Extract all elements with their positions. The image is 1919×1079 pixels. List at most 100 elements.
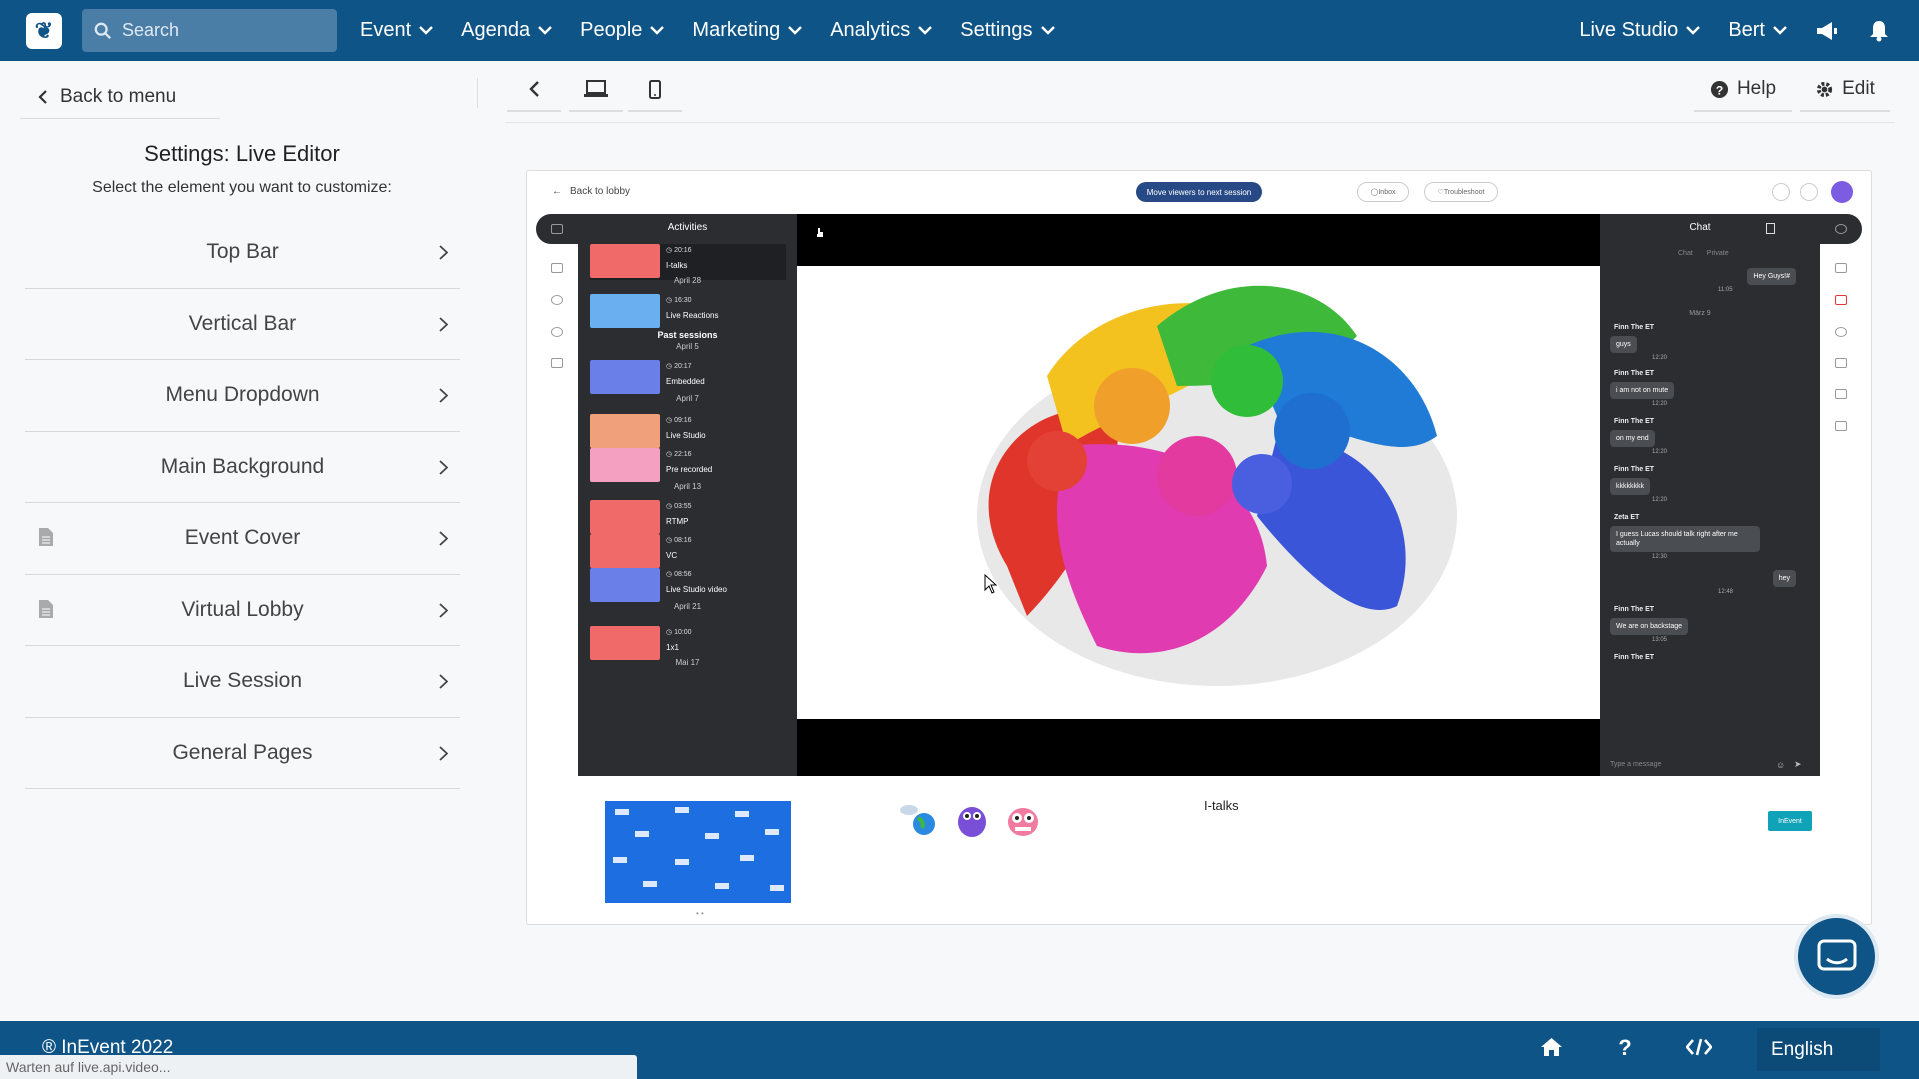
activity-thumbnail	[590, 448, 660, 482]
chat-message-input[interactable]: Type a message	[1610, 761, 1661, 768]
menu-item-live-session[interactable]: Live Session	[25, 646, 460, 718]
menu-item-label: Virtual Lobby	[181, 597, 304, 621]
nav-live-studio[interactable]: Live Studio	[1579, 19, 1701, 42]
activity-item[interactable]: ◷ 10:00 1x1	[590, 626, 786, 662]
back-preview-button[interactable]	[507, 68, 561, 112]
chat-message: guys	[1610, 336, 1637, 353]
pattern-image	[605, 801, 791, 903]
nav-people[interactable]: People	[580, 19, 665, 42]
layers-icon[interactable]	[1835, 389, 1847, 399]
chat-message: We are on backstage	[1610, 618, 1689, 635]
menu-item-main-background[interactable]: Main Background	[25, 432, 460, 503]
nav-label: Bert	[1728, 19, 1765, 41]
activity-date: April 5	[676, 342, 699, 351]
megaphone-icon[interactable]	[1815, 20, 1839, 42]
activity-thumbnail	[590, 294, 660, 328]
activity-item[interactable]: ◷ 08:56 Live Studio video	[590, 568, 786, 604]
teamwork-figures-image	[977, 285, 1457, 686]
chat-time: 11:05	[1718, 287, 1733, 293]
preview-back-to-lobby[interactable]: ← Back to lobby	[552, 186, 630, 197]
home-icon[interactable]	[1540, 1037, 1563, 1057]
chat-sender: Finn The ET	[1614, 324, 1655, 331]
monitor-icon[interactable]	[551, 224, 563, 234]
clock-icon[interactable]	[1835, 327, 1847, 337]
back-to-menu-button[interactable]: Back to menu	[20, 75, 220, 119]
activity-item[interactable]: ◷ 20:16 I-talks	[590, 244, 786, 280]
grid-icon[interactable]	[1835, 421, 1847, 431]
bell-icon[interactable]	[1869, 20, 1889, 42]
nav-event[interactable]: Event	[360, 19, 434, 42]
laptop-icon	[584, 80, 608, 97]
chat-widget-icon	[1817, 939, 1856, 970]
menu-item-vertical-bar[interactable]: Vertical Bar	[25, 289, 460, 360]
activity-name: Live Studio	[666, 431, 706, 440]
help-button[interactable]: ? Help	[1694, 68, 1792, 112]
preview-avatar[interactable]	[1831, 181, 1853, 203]
activity-name: Embedded	[666, 377, 705, 386]
menu-item-menu-dropdown[interactable]: Menu Dropdown	[25, 360, 460, 432]
support-chat-launcher[interactable]	[1794, 914, 1879, 999]
mobile-view-button[interactable]	[628, 68, 682, 112]
activity-name: Live Studio video	[666, 585, 727, 594]
menu-item-label: Live Session	[182, 669, 303, 693]
nav-bert[interactable]: Bert	[1728, 19, 1787, 42]
chat-tab-chat[interactable]: Chat	[1678, 250, 1693, 257]
activity-date: April 21	[673, 602, 702, 611]
image-icon[interactable]	[1835, 263, 1847, 273]
activity-item[interactable]: ◷ 09:16 Live Studio	[590, 414, 786, 450]
activity-item[interactable]: ◷ 20:17 Embedded	[590, 360, 786, 396]
mouse-cursor-icon	[984, 574, 998, 594]
code-icon[interactable]	[1686, 1037, 1712, 1057]
hand-cursor-icon	[817, 228, 823, 237]
chat-panel: Chat Chat Private März 9 Type a message …	[1600, 214, 1820, 776]
menu-item-top-bar[interactable]: Top Bar	[25, 217, 460, 289]
activity-date: April 28	[673, 276, 702, 285]
group-icon[interactable]	[1835, 358, 1847, 368]
inevent-logo-icon[interactable]: ❦	[26, 12, 62, 49]
question-icon[interactable]: ?	[1618, 1037, 1632, 1057]
globe-icon[interactable]	[551, 327, 563, 337]
people-icon[interactable]	[551, 295, 563, 305]
activity-item[interactable]: ◷ 03:55 RTMP	[590, 500, 786, 536]
menu-item-general-pages[interactable]: General Pages	[25, 718, 460, 789]
nav-settings[interactable]: Settings	[960, 19, 1055, 42]
preview-notification-icon[interactable]	[1772, 183, 1790, 201]
preview-inbox-label: Inbox	[1378, 188, 1396, 196]
document-icon[interactable]	[1766, 223, 1775, 234]
activity-item[interactable]: ◷ 16:30 Live Reactions	[590, 294, 786, 330]
calendar-icon[interactable]	[1835, 295, 1847, 305]
preview-support-icon[interactable]	[1800, 183, 1818, 201]
session-video[interactable]	[797, 266, 1600, 719]
activity-item[interactable]: ◷ 08:16 VC	[590, 534, 786, 570]
move-viewers-button[interactable]: Move viewers to next session	[1136, 182, 1262, 202]
preview-troubleshoot-button[interactable]: ♡ Troubleshoot	[1424, 182, 1498, 202]
gear-icon	[1817, 81, 1833, 97]
desktop-view-button[interactable]	[569, 68, 623, 112]
menu-item-virtual-lobby[interactable]: Virtual Lobby	[25, 575, 460, 646]
chat-message: i am not on mute	[1610, 382, 1675, 399]
chat-message: Hey Guys!#	[1747, 268, 1796, 285]
nav-label: Marketing	[692, 19, 781, 41]
carousel-dots[interactable]: • •	[696, 909, 704, 918]
nav-analytics[interactable]: Analytics	[830, 19, 933, 42]
activity-name: I-talks	[666, 261, 688, 270]
group-icon[interactable]	[551, 358, 563, 368]
nav-marketing[interactable]: Marketing	[692, 19, 803, 42]
chat-tab-private[interactable]: Private	[1707, 250, 1729, 257]
vertical-divider	[477, 78, 478, 108]
edit-label: Edit	[1842, 78, 1875, 99]
emoji-icon[interactable]: ☺	[1776, 760, 1785, 770]
chat-icon[interactable]	[1835, 224, 1847, 234]
background-thumbnail[interactable]	[605, 801, 791, 903]
send-icon[interactable]: ➤	[1794, 759, 1802, 770]
menu-item-event-cover[interactable]: Event Cover	[25, 503, 460, 575]
nav-agenda[interactable]: Agenda	[461, 19, 552, 42]
search-input[interactable]: Search	[82, 9, 337, 52]
activity-section: Past sessions	[657, 330, 718, 340]
preview-inbox-button[interactable]: ◯ Inbox	[1357, 182, 1409, 202]
language-selector[interactable]: English	[1757, 1028, 1880, 1071]
edit-button[interactable]: Edit	[1800, 68, 1890, 112]
activity-item[interactable]: ◷ 22:16 Pre recorded	[590, 448, 786, 484]
chat-time: 12:30	[1652, 554, 1668, 560]
video-icon[interactable]	[551, 263, 563, 273]
